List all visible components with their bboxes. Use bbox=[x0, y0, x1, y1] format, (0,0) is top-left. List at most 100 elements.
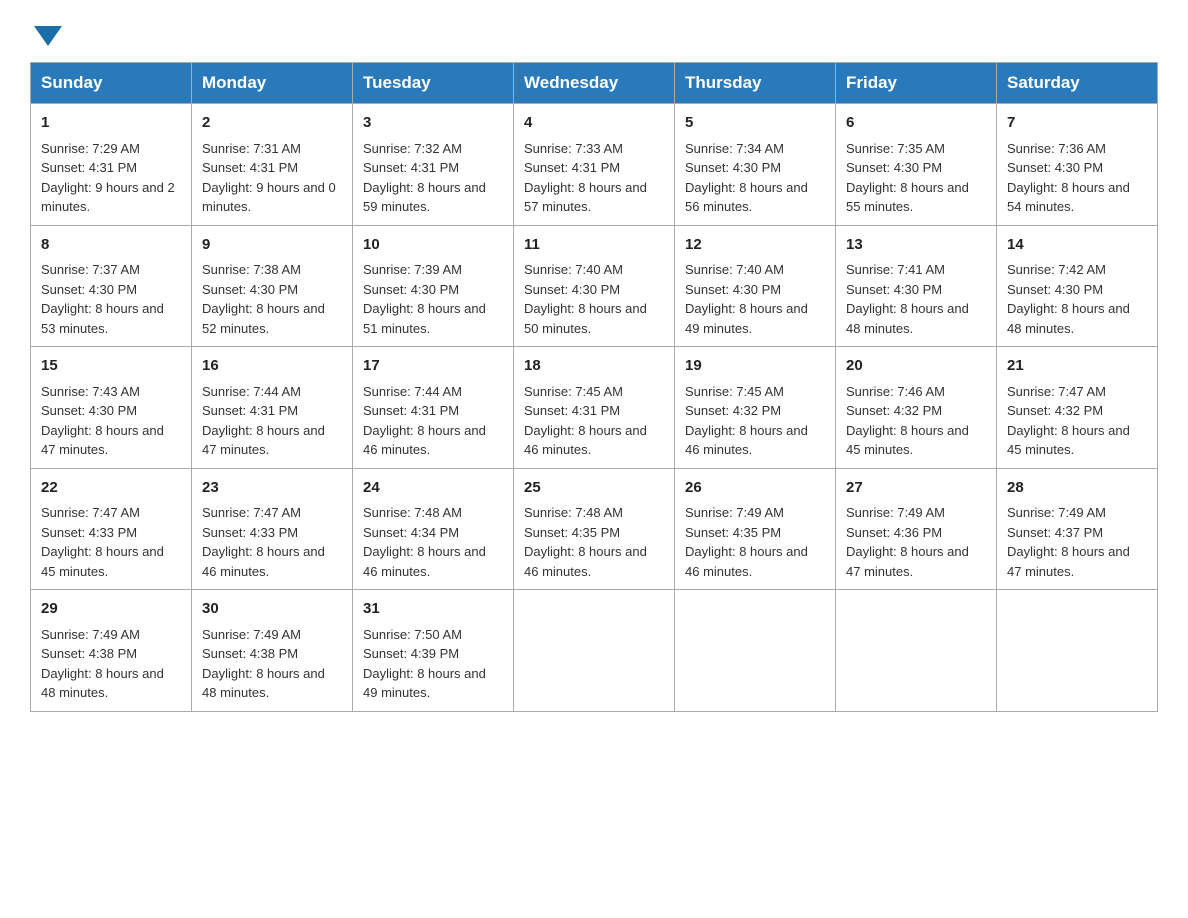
day-cell-28: 28 Sunrise: 7:49 AM Sunset: 4:37 PM Dayl… bbox=[997, 468, 1158, 590]
day-cell-18: 18 Sunrise: 7:45 AM Sunset: 4:31 PM Dayl… bbox=[514, 347, 675, 469]
daylight-label: Daylight: 8 hours and 46 minutes. bbox=[685, 423, 808, 458]
day-cell-29: 29 Sunrise: 7:49 AM Sunset: 4:38 PM Dayl… bbox=[31, 590, 192, 712]
day-cell-22: 22 Sunrise: 7:47 AM Sunset: 4:33 PM Dayl… bbox=[31, 468, 192, 590]
sunset-label: Sunset: 4:32 PM bbox=[1007, 403, 1103, 418]
day-cell-11: 11 Sunrise: 7:40 AM Sunset: 4:30 PM Dayl… bbox=[514, 225, 675, 347]
sunrise-label: Sunrise: 7:46 AM bbox=[846, 384, 945, 399]
sunset-label: Sunset: 4:33 PM bbox=[202, 525, 298, 540]
sunset-label: Sunset: 4:39 PM bbox=[363, 646, 459, 661]
logo-arrow-icon bbox=[34, 26, 62, 46]
sunrise-label: Sunrise: 7:48 AM bbox=[524, 505, 623, 520]
empty-cell bbox=[675, 590, 836, 712]
sunrise-label: Sunrise: 7:49 AM bbox=[1007, 505, 1106, 520]
sunset-label: Sunset: 4:31 PM bbox=[363, 403, 459, 418]
day-cell-2: 2 Sunrise: 7:31 AM Sunset: 4:31 PM Dayli… bbox=[192, 104, 353, 226]
daylight-label: Daylight: 8 hours and 46 minutes. bbox=[524, 423, 647, 458]
sunset-label: Sunset: 4:30 PM bbox=[685, 160, 781, 175]
daylight-label: Daylight: 8 hours and 48 minutes. bbox=[202, 666, 325, 701]
daylight-label: Daylight: 8 hours and 47 minutes. bbox=[846, 544, 969, 579]
day-number: 8 bbox=[41, 234, 181, 257]
day-number: 15 bbox=[41, 355, 181, 378]
day-cell-31: 31 Sunrise: 7:50 AM Sunset: 4:39 PM Dayl… bbox=[353, 590, 514, 712]
sunset-label: Sunset: 4:35 PM bbox=[685, 525, 781, 540]
sunset-label: Sunset: 4:30 PM bbox=[846, 282, 942, 297]
sunrise-label: Sunrise: 7:50 AM bbox=[363, 627, 462, 642]
day-cell-10: 10 Sunrise: 7:39 AM Sunset: 4:30 PM Dayl… bbox=[353, 225, 514, 347]
day-number: 31 bbox=[363, 598, 503, 621]
day-number: 20 bbox=[846, 355, 986, 378]
daylight-label: Daylight: 8 hours and 46 minutes. bbox=[363, 423, 486, 458]
day-cell-8: 8 Sunrise: 7:37 AM Sunset: 4:30 PM Dayli… bbox=[31, 225, 192, 347]
sunset-label: Sunset: 4:30 PM bbox=[846, 160, 942, 175]
daylight-label: Daylight: 8 hours and 50 minutes. bbox=[524, 301, 647, 336]
daylight-label: Daylight: 8 hours and 49 minutes. bbox=[363, 666, 486, 701]
day-number: 19 bbox=[685, 355, 825, 378]
sunrise-label: Sunrise: 7:49 AM bbox=[846, 505, 945, 520]
daylight-label: Daylight: 8 hours and 45 minutes. bbox=[41, 544, 164, 579]
day-cell-21: 21 Sunrise: 7:47 AM Sunset: 4:32 PM Dayl… bbox=[997, 347, 1158, 469]
sunset-label: Sunset: 4:30 PM bbox=[685, 282, 781, 297]
day-cell-25: 25 Sunrise: 7:48 AM Sunset: 4:35 PM Dayl… bbox=[514, 468, 675, 590]
daylight-label: Daylight: 8 hours and 45 minutes. bbox=[846, 423, 969, 458]
day-cell-1: 1 Sunrise: 7:29 AM Sunset: 4:31 PM Dayli… bbox=[31, 104, 192, 226]
weekday-header-row: SundayMondayTuesdayWednesdayThursdayFrid… bbox=[31, 63, 1158, 104]
sunset-label: Sunset: 4:38 PM bbox=[202, 646, 298, 661]
weekday-header-friday: Friday bbox=[836, 63, 997, 104]
sunset-label: Sunset: 4:32 PM bbox=[846, 403, 942, 418]
sunrise-label: Sunrise: 7:47 AM bbox=[41, 505, 140, 520]
sunrise-label: Sunrise: 7:41 AM bbox=[846, 262, 945, 277]
day-number: 30 bbox=[202, 598, 342, 621]
sunset-label: Sunset: 4:35 PM bbox=[524, 525, 620, 540]
sunset-label: Sunset: 4:31 PM bbox=[202, 160, 298, 175]
day-number: 21 bbox=[1007, 355, 1147, 378]
sunrise-label: Sunrise: 7:35 AM bbox=[846, 141, 945, 156]
weekday-header-sunday: Sunday bbox=[31, 63, 192, 104]
page-header bbox=[30, 20, 1158, 42]
daylight-label: Daylight: 8 hours and 47 minutes. bbox=[41, 423, 164, 458]
day-cell-3: 3 Sunrise: 7:32 AM Sunset: 4:31 PM Dayli… bbox=[353, 104, 514, 226]
week-row-5: 29 Sunrise: 7:49 AM Sunset: 4:38 PM Dayl… bbox=[31, 590, 1158, 712]
day-cell-16: 16 Sunrise: 7:44 AM Sunset: 4:31 PM Dayl… bbox=[192, 347, 353, 469]
sunrise-label: Sunrise: 7:34 AM bbox=[685, 141, 784, 156]
day-number: 18 bbox=[524, 355, 664, 378]
empty-cell bbox=[997, 590, 1158, 712]
sunset-label: Sunset: 4:31 PM bbox=[202, 403, 298, 418]
day-cell-4: 4 Sunrise: 7:33 AM Sunset: 4:31 PM Dayli… bbox=[514, 104, 675, 226]
daylight-label: Daylight: 9 hours and 0 minutes. bbox=[202, 180, 336, 215]
daylight-label: Daylight: 8 hours and 45 minutes. bbox=[1007, 423, 1130, 458]
sunset-label: Sunset: 4:34 PM bbox=[363, 525, 459, 540]
logo bbox=[30, 20, 62, 42]
day-number: 27 bbox=[846, 477, 986, 500]
day-cell-17: 17 Sunrise: 7:44 AM Sunset: 4:31 PM Dayl… bbox=[353, 347, 514, 469]
sunset-label: Sunset: 4:31 PM bbox=[41, 160, 137, 175]
sunset-label: Sunset: 4:31 PM bbox=[524, 403, 620, 418]
week-row-2: 8 Sunrise: 7:37 AM Sunset: 4:30 PM Dayli… bbox=[31, 225, 1158, 347]
day-number: 10 bbox=[363, 234, 503, 257]
weekday-header-wednesday: Wednesday bbox=[514, 63, 675, 104]
sunrise-label: Sunrise: 7:38 AM bbox=[202, 262, 301, 277]
sunrise-label: Sunrise: 7:44 AM bbox=[202, 384, 301, 399]
daylight-label: Daylight: 8 hours and 49 minutes. bbox=[685, 301, 808, 336]
day-number: 4 bbox=[524, 112, 664, 135]
day-cell-13: 13 Sunrise: 7:41 AM Sunset: 4:30 PM Dayl… bbox=[836, 225, 997, 347]
daylight-label: Daylight: 8 hours and 52 minutes. bbox=[202, 301, 325, 336]
sunrise-label: Sunrise: 7:40 AM bbox=[524, 262, 623, 277]
sunrise-label: Sunrise: 7:45 AM bbox=[685, 384, 784, 399]
day-cell-27: 27 Sunrise: 7:49 AM Sunset: 4:36 PM Dayl… bbox=[836, 468, 997, 590]
sunrise-label: Sunrise: 7:37 AM bbox=[41, 262, 140, 277]
daylight-label: Daylight: 8 hours and 47 minutes. bbox=[202, 423, 325, 458]
sunrise-label: Sunrise: 7:32 AM bbox=[363, 141, 462, 156]
daylight-label: Daylight: 8 hours and 46 minutes. bbox=[524, 544, 647, 579]
day-cell-26: 26 Sunrise: 7:49 AM Sunset: 4:35 PM Dayl… bbox=[675, 468, 836, 590]
day-cell-5: 5 Sunrise: 7:34 AM Sunset: 4:30 PM Dayli… bbox=[675, 104, 836, 226]
weekday-header-saturday: Saturday bbox=[997, 63, 1158, 104]
day-cell-23: 23 Sunrise: 7:47 AM Sunset: 4:33 PM Dayl… bbox=[192, 468, 353, 590]
sunrise-label: Sunrise: 7:36 AM bbox=[1007, 141, 1106, 156]
day-number: 1 bbox=[41, 112, 181, 135]
day-number: 5 bbox=[685, 112, 825, 135]
day-cell-12: 12 Sunrise: 7:40 AM Sunset: 4:30 PM Dayl… bbox=[675, 225, 836, 347]
day-number: 3 bbox=[363, 112, 503, 135]
sunrise-label: Sunrise: 7:49 AM bbox=[685, 505, 784, 520]
day-cell-9: 9 Sunrise: 7:38 AM Sunset: 4:30 PM Dayli… bbox=[192, 225, 353, 347]
daylight-label: Daylight: 8 hours and 56 minutes. bbox=[685, 180, 808, 215]
